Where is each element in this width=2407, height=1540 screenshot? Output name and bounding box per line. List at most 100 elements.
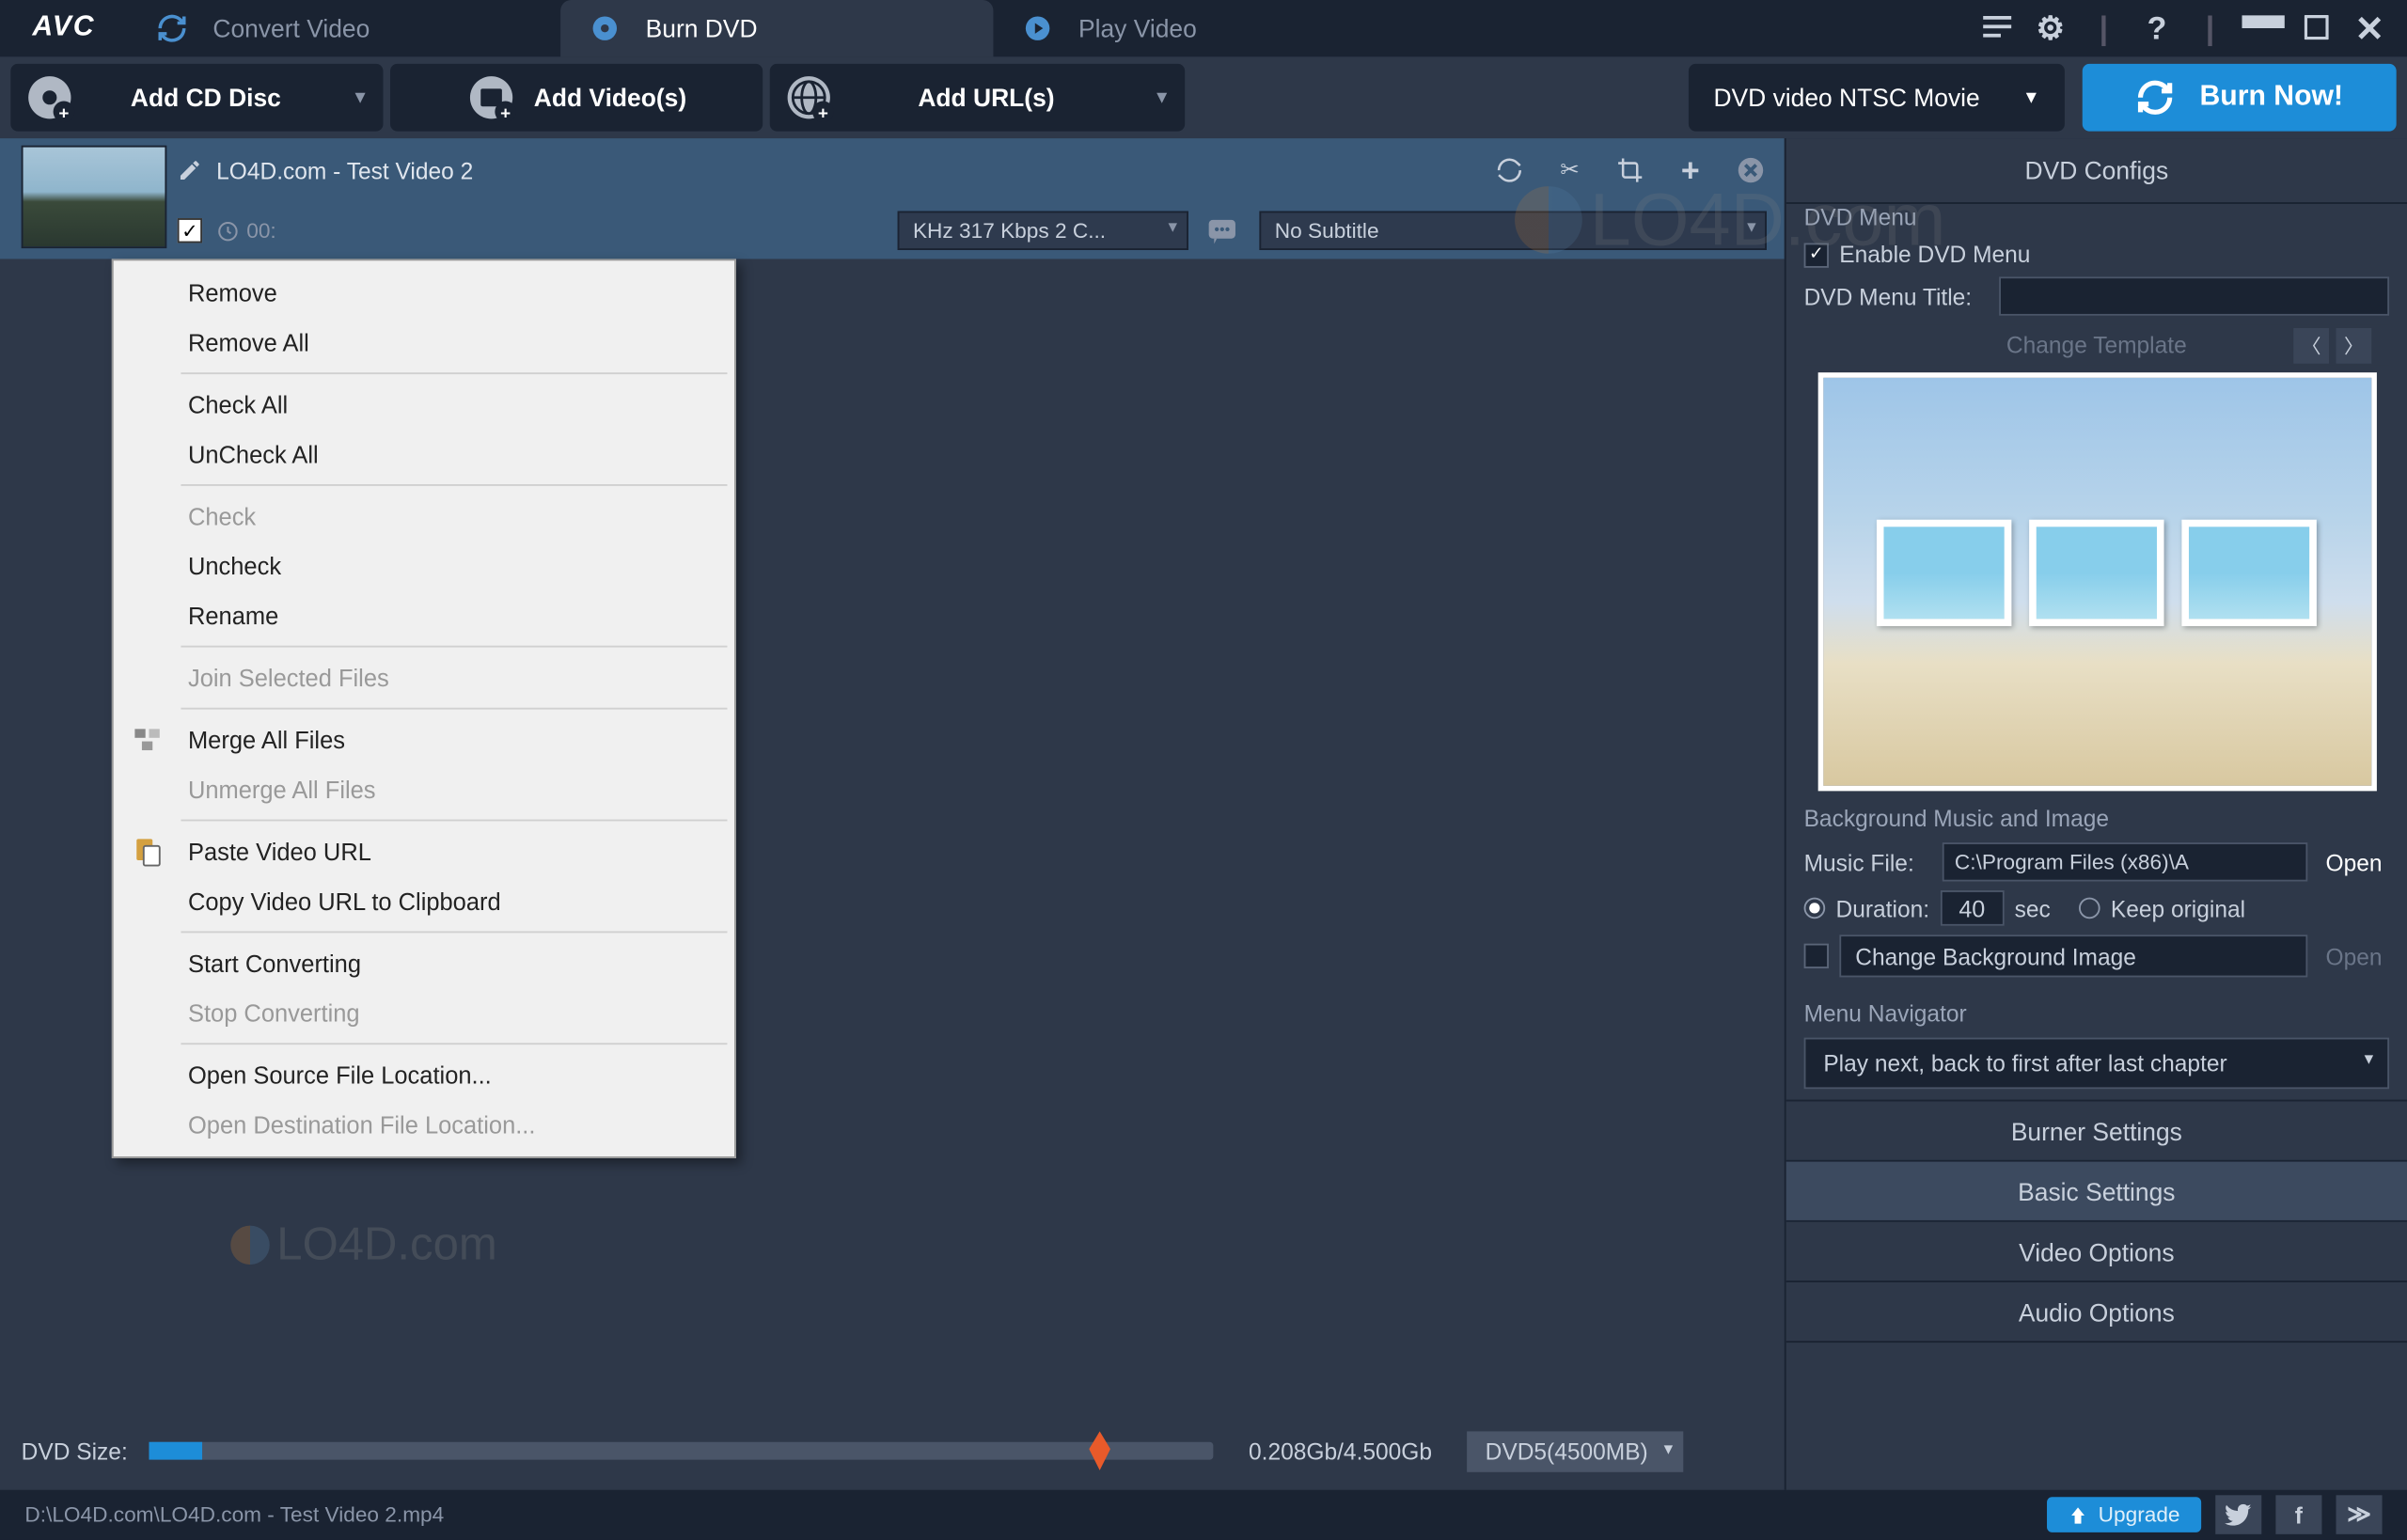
help-icon[interactable]: ? [2137,8,2177,48]
context-menu-item[interactable]: Remove All [118,318,732,368]
bg-open-button[interactable]: Open [2319,943,2389,969]
context-menu: RemoveRemove AllCheck AllUnCheck AllChec… [112,259,736,1157]
main-area: LO4D.com - Test Video 2 ✂ + ✓ 00: [0,138,2407,1490]
status-path: D:\LO4D.com\LO4D.com - Test Video 2.mp4 [24,1502,444,1527]
context-menu-item[interactable]: Start Converting [118,938,732,988]
gear-icon[interactable]: ⚙ [2031,8,2070,48]
main-tabs: Convert Video Burn DVD Play Video [128,0,1978,56]
context-menu-item: Unmerge All Files [118,764,732,814]
tab-convert-video[interactable]: Convert Video [128,0,560,56]
music-open-button[interactable]: Open [2319,849,2389,875]
play-icon [1022,12,1054,44]
context-menu-item[interactable]: Merge All Files [118,715,732,764]
context-menu-item[interactable]: Copy Video URL to Clipboard [118,876,732,926]
template-prev-button[interactable]: 〈 [2293,328,2329,364]
svg-text:+: + [500,102,511,122]
acc-burner-settings[interactable]: Burner Settings [1786,1102,2407,1162]
svg-text:+: + [818,102,828,122]
dvd-preset-select[interactable]: DVD5(4500MB) [1468,1430,1684,1470]
music-file-input[interactable] [1943,842,2308,882]
acc-video-options[interactable]: Video Options [1786,1222,2407,1282]
menu-title-input[interactable] [1999,276,2389,316]
keep-original-radio[interactable] [2079,898,2100,919]
burn-now-button[interactable]: Burn Now! [2083,64,2397,132]
toolbar: + Add CD Disc ▼ + Add Video(s) + Add URL… [0,56,2407,138]
template-next-button[interactable]: 〉 [2336,328,2372,364]
cut-icon[interactable]: ✂ [1554,154,1586,186]
menu-icon[interactable] [1977,8,2017,48]
status-bar: D:\LO4D.com\LO4D.com - Test Video 2.mp4 … [0,1490,2407,1540]
change-bg-button[interactable]: Change Background Image [1839,935,2307,977]
context-menu-item[interactable]: Remove [118,268,732,318]
app-logo: AVC [0,0,128,56]
close-icon[interactable]: ✕ [2351,8,2390,48]
remove-icon[interactable] [1735,154,1767,186]
video-checkbox[interactable]: ✓ [178,218,202,243]
clock-icon [216,219,240,243]
twitter-icon[interactable] [2215,1495,2261,1534]
size-text: 0.208Gb/4.500Gb [1249,1438,1432,1464]
context-menu-item[interactable]: UnCheck All [118,430,732,479]
crop-icon[interactable] [1614,154,1646,186]
context-menu-separator [181,708,727,710]
context-menu-item[interactable]: Open Source File Location... [118,1050,732,1100]
svg-text:+: + [58,102,69,122]
video-thumbnail[interactable] [22,146,167,248]
preview-thumb [2029,520,2163,626]
context-menu-item[interactable]: Uncheck [118,541,732,590]
maximize-icon[interactable]: ☐ [2297,8,2336,48]
menu-title-label: DVD Menu Title: [1804,283,1989,309]
audio-codec-select[interactable]: KHz 317 Kbps 2 C... [897,211,1188,250]
video-row: ✓ 00: KHz 317 Kbps 2 C... No Subtitle [0,202,1785,259]
film-add-icon: + [466,72,516,122]
minimize-icon[interactable]: ▬ [2243,8,2283,48]
enable-dvd-menu-checkbox[interactable]: ✓ [1804,243,1829,267]
acc-audio-options[interactable]: Audio Options [1786,1282,2407,1343]
menu-navigator-title: Menu Navigator [1804,1000,2390,1027]
edit-icon[interactable] [178,158,202,182]
size-progress-fill [149,1442,202,1460]
profile-select[interactable]: DVD video NTSC Movie ▼ [1689,64,2065,132]
facebook-icon[interactable]: f [2275,1495,2321,1534]
template-preview[interactable] [1817,372,2376,791]
acc-basic-settings[interactable]: Basic Settings [1786,1162,2407,1222]
refresh-icon [156,12,188,44]
context-menu-separator [181,1043,727,1045]
add-cd-disc-button[interactable]: + Add CD Disc ▼ [10,64,383,132]
subtitle-select[interactable]: No Subtitle [1259,211,1767,250]
more-icon[interactable]: ≫ [2336,1495,2383,1534]
context-menu-separator [181,372,727,374]
btn-label: Add CD Disc [92,84,320,112]
video-list-area[interactable]: RemoveRemove AllCheck AllUnCheck AllChec… [0,259,1785,1411]
add-videos-button[interactable]: + Add Video(s) [390,64,763,132]
left-panel: LO4D.com - Test Video 2 ✂ + ✓ 00: [0,138,1785,1490]
tab-play-video[interactable]: Play Video [993,0,1425,56]
context-menu-item[interactable]: Check All [118,380,732,430]
chevron-down-icon: ▼ [2022,87,2040,107]
duration-input[interactable] [1940,890,2004,926]
menu-navigator-select[interactable]: Play next, back to first after last chap… [1804,1038,2390,1090]
preview-thumb [1877,520,2011,626]
size-progress[interactable] [149,1442,1213,1460]
change-bg-checkbox[interactable] [1804,944,1829,968]
video-title: LO4D.com - Test Video 2 [216,157,473,183]
keep-original-label: Keep original [2111,895,2245,921]
refresh-icon[interactable] [1493,154,1525,186]
add-icon[interactable]: + [1675,154,1707,186]
context-menu-item: Join Selected Files [118,652,732,702]
context-menu-item[interactable]: Paste Video URL [118,826,732,876]
add-urls-button[interactable]: + Add URL(s) ▼ [770,64,1185,132]
music-file-label: Music File: [1804,849,1932,875]
upgrade-button[interactable]: Upgrade [2047,1497,2201,1532]
duration-radio[interactable] [1804,898,1826,919]
duration-display: 00: [216,218,276,243]
disc-add-icon: + [24,72,74,122]
merge-icon [132,724,164,756]
context-menu-item[interactable]: Rename [118,590,732,640]
tab-burn-dvd[interactable]: Burn DVD [560,0,993,56]
chevron-down-icon: ▼ [352,87,370,107]
context-menu-separator [181,646,727,648]
btn-label: Add Video(s) [534,84,686,112]
profile-label: DVD video NTSC Movie [1713,84,1979,112]
disc-icon [589,12,621,44]
